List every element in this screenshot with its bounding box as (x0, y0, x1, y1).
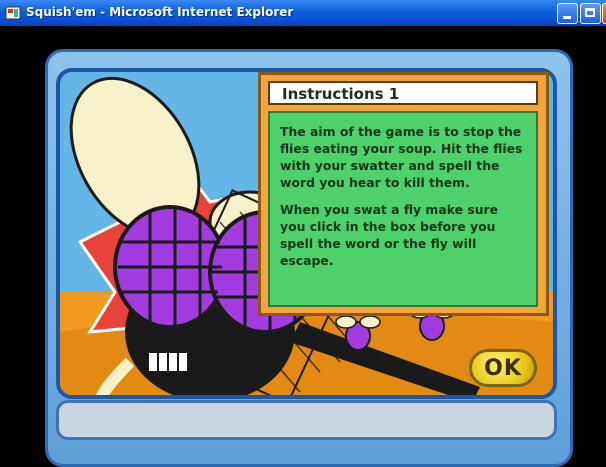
ok-label: OK (484, 356, 522, 381)
instructions-paragraph-1: The aim of the game is to stop the flies… (280, 124, 523, 190)
game-stage: Instructions 1 The aim of the game is to… (0, 26, 606, 467)
minimize-button[interactable] (557, 3, 578, 24)
instructions-paragraph-2: When you swat a fly make sure you click … (280, 202, 499, 268)
minimize-icon (563, 16, 571, 19)
ok-button[interactable]: OK (469, 349, 537, 387)
maximize-button[interactable] (580, 3, 601, 24)
close-button[interactable]: ✕ (602, 3, 606, 24)
instructions-header: Instructions 1 (268, 81, 538, 105)
bottom-panel (56, 400, 557, 440)
instructions-body: The aim of the game is to stop the flies… (268, 111, 538, 307)
instructions-panel: Instructions 1 The aim of the game is to… (258, 72, 549, 316)
instructions-title: Instructions 1 (282, 85, 400, 103)
maximize-icon (585, 8, 595, 17)
window-title: Squish'em - Microsoft Internet Explorer (26, 5, 294, 19)
title-bar: Squish'em - Microsoft Internet Explorer (0, 0, 606, 26)
app-icon (5, 5, 21, 21)
fly-teeth (147, 351, 189, 373)
